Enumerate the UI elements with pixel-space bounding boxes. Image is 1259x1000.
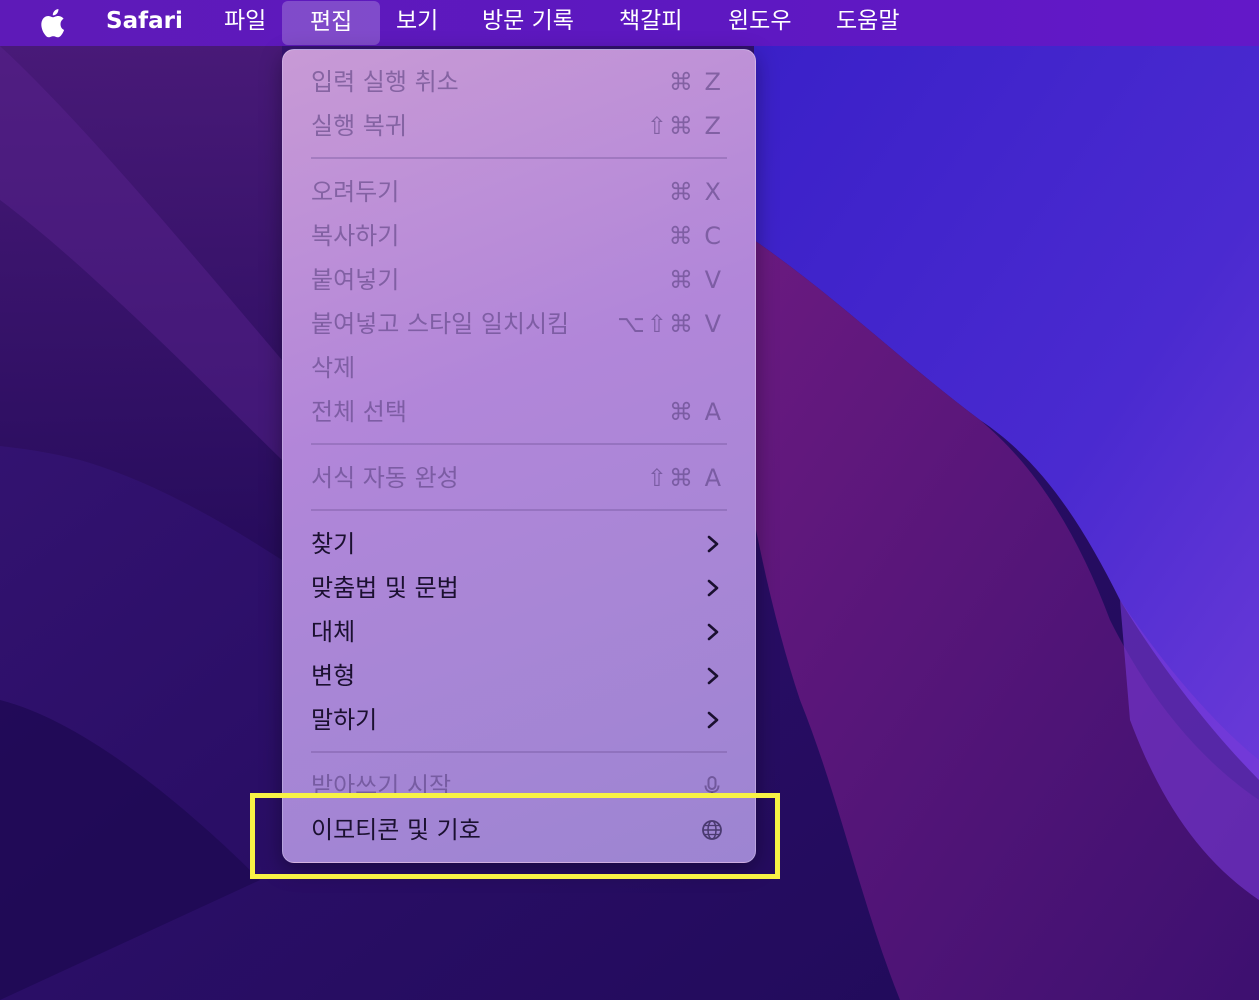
menu-separator	[311, 751, 727, 753]
chevron-right-icon	[707, 579, 719, 597]
menu-item-substitutions[interactable]: 대체	[311, 610, 723, 654]
shortcut-label: ⌘ C	[668, 222, 723, 250]
shortcut-label: ⌥⇧⌘ V	[617, 310, 723, 338]
menu-help[interactable]: 도움말	[836, 0, 899, 44]
menu-item-label: 붙여넣고 스타일 일치시킴	[311, 310, 570, 338]
chevron-right-icon	[707, 667, 719, 685]
menu-item-copy[interactable]: 복사하기 ⌘ C	[311, 214, 723, 258]
menu-item-label: 복사하기	[311, 222, 400, 250]
menu-item-cut[interactable]: 오려두기 ⌘ X	[311, 170, 723, 214]
menu-item-redo[interactable]: 실행 복귀 ⇧⌘ Z	[311, 104, 723, 148]
menu-item-label: 맞춤법 및 문법	[311, 574, 459, 602]
menu-item-label: 전체 선택	[311, 398, 407, 426]
menu-item-spelling-and-grammar[interactable]: 맞춤법 및 문법	[311, 566, 723, 610]
menu-app-safari[interactable]: Safari	[106, 0, 183, 44]
menu-item-find[interactable]: 찾기	[311, 522, 723, 566]
shortcut-label: ⌘ V	[668, 266, 723, 294]
menu-separator	[311, 443, 727, 445]
menu-file[interactable]: 파일	[224, 0, 266, 44]
shortcut-label: ⇧⌘ A	[646, 464, 723, 492]
menu-item-label: 오려두기	[311, 178, 400, 206]
shortcut-label: ⌘ Z	[668, 68, 723, 96]
menu-item-speech[interactable]: 말하기	[311, 698, 723, 742]
menu-history[interactable]: 방문 기록	[482, 0, 574, 44]
menu-item-label: 실행 복귀	[311, 112, 407, 140]
menu-bookmarks[interactable]: 책갈피	[619, 0, 682, 44]
menu-item-label: 변형	[311, 662, 356, 690]
menu-item-transformations[interactable]: 변형	[311, 654, 723, 698]
menu-item-label: 찾기	[311, 530, 356, 558]
menu-item-label: 입력 실행 취소	[311, 68, 459, 96]
menu-item-label: 서식 자동 완성	[311, 464, 459, 492]
shortcut-label: ⌘ A	[668, 398, 723, 426]
menu-bar: Safari 파일 편집 보기 방문 기록 책갈피 윈도우 도움말	[0, 0, 1259, 46]
menu-item-label: 대체	[311, 618, 356, 646]
menu-item-label: 말하기	[311, 706, 378, 734]
menu-edit[interactable]: 편집	[282, 1, 381, 45]
shortcut-label: ⌘ X	[668, 178, 723, 206]
menu-item-paste-and-match-style[interactable]: 붙여넣고 스타일 일치시킴 ⌥⇧⌘ V	[311, 302, 723, 346]
menu-item-select-all[interactable]: 전체 선택 ⌘ A	[311, 390, 723, 434]
menu-item-delete[interactable]: 삭제	[311, 346, 723, 390]
menu-separator	[311, 509, 727, 511]
menu-view[interactable]: 보기	[396, 0, 438, 44]
menu-item-autofill-form[interactable]: 서식 자동 완성 ⇧⌘ A	[311, 456, 723, 500]
menu-item-label: 삭제	[311, 354, 356, 382]
shortcut-label: ⇧⌘ Z	[646, 112, 723, 140]
chevron-right-icon	[707, 535, 719, 553]
apple-icon[interactable]	[38, 6, 70, 40]
chevron-right-icon	[707, 623, 719, 641]
menu-item-undo-typing[interactable]: 입력 실행 취소 ⌘ Z	[311, 60, 723, 104]
highlight-box	[250, 793, 780, 879]
chevron-right-icon	[707, 711, 719, 729]
menu-window[interactable]: 윈도우	[728, 0, 791, 44]
menu-separator	[311, 157, 727, 159]
menu-item-paste[interactable]: 붙여넣기 ⌘ V	[311, 258, 723, 302]
edit-dropdown-menu: 입력 실행 취소 ⌘ Z 실행 복귀 ⇧⌘ Z 오려두기 ⌘ X 복사하기 ⌘ …	[282, 49, 756, 863]
menu-item-label: 붙여넣기	[311, 266, 400, 294]
